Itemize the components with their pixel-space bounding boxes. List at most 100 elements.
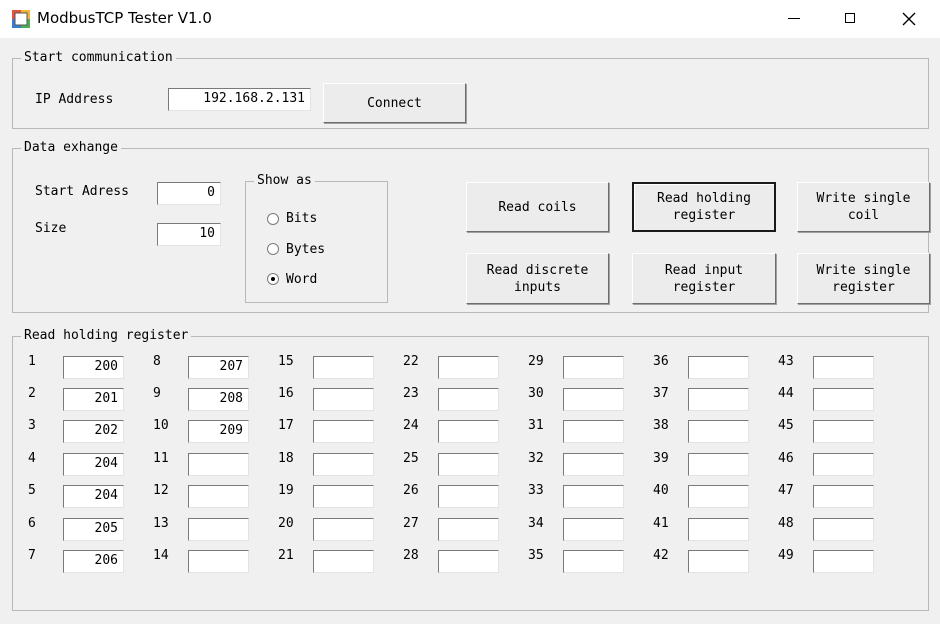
register-value-field[interactable]	[688, 550, 749, 573]
register-value-field[interactable]	[813, 420, 874, 443]
read-holding-register-legend: Read holding register	[21, 329, 192, 343]
register-value-field[interactable]	[563, 453, 624, 476]
register-value-field[interactable]	[313, 518, 374, 541]
register-value-field[interactable]	[563, 550, 624, 573]
connect-button[interactable]: Connect	[323, 83, 466, 123]
register-value-field[interactable]	[813, 356, 874, 379]
register-value-field[interactable]	[563, 388, 624, 411]
maximize-button[interactable]	[823, 0, 881, 38]
word-radio-label[interactable]: Word	[286, 272, 317, 288]
register-value-field[interactable]	[313, 420, 374, 443]
word-radio[interactable]	[267, 273, 279, 285]
register-label: 36	[653, 354, 669, 369]
register-value-field[interactable]: 201	[63, 388, 124, 411]
read-holding-register-button[interactable]: Read holding register	[632, 182, 776, 232]
read-holding-register-group: Read holding register 1 200 2 201 3 202 4 204 5 2…	[12, 329, 929, 611]
register-value-field[interactable]	[688, 518, 749, 541]
register-value-field[interactable]	[813, 453, 874, 476]
app-icon	[12, 10, 30, 28]
register-value-field[interactable]	[438, 388, 499, 411]
register-label: 31	[528, 418, 544, 433]
read-coils-button[interactable]: Read coils	[466, 182, 609, 232]
register-value-field[interactable]	[313, 453, 374, 476]
register-label: 4	[28, 451, 36, 466]
register-label: 26	[403, 483, 419, 498]
read-input-register-button[interactable]: Read input register	[632, 253, 776, 304]
show-as-legend: Show as	[254, 174, 315, 188]
register-value-field[interactable]	[563, 485, 624, 508]
register-label: 42	[653, 548, 669, 563]
register-label: 23	[403, 386, 419, 401]
register-label: 21	[278, 548, 294, 563]
write-single-register-button[interactable]: Write single register	[797, 253, 930, 304]
register-label: 24	[403, 418, 419, 433]
start-communication-group: Start communication IP Address 192.168.2…	[12, 51, 929, 129]
register-value-field[interactable]	[438, 485, 499, 508]
register-label: 25	[403, 451, 419, 466]
register-label: 49	[778, 548, 794, 563]
register-label: 29	[528, 354, 544, 369]
ip-address-label: IP Address	[35, 92, 114, 107]
register-label: 11	[153, 451, 169, 466]
register-label: 40	[653, 483, 669, 498]
register-value-field[interactable]: 202	[63, 420, 124, 443]
register-value-field[interactable]	[188, 550, 249, 573]
register-value-field[interactable]	[438, 518, 499, 541]
window-title: ModbusTCP Tester V1.0	[37, 9, 212, 27]
register-value-field[interactable]: 208	[188, 388, 249, 411]
minimize-button[interactable]	[765, 0, 823, 38]
write-single-coil-button[interactable]: Write single coil	[797, 182, 930, 232]
close-button[interactable]	[880, 0, 938, 38]
bits-radio[interactable]	[267, 213, 279, 225]
maximize-icon	[845, 13, 855, 23]
register-value-field[interactable]	[188, 485, 249, 508]
register-value-field[interactable]	[563, 420, 624, 443]
register-value-field[interactable]: 205	[63, 518, 124, 541]
ip-address-input[interactable]: 192.168.2.131	[168, 88, 311, 111]
size-input[interactable]: 10	[157, 223, 221, 246]
read-discrete-inputs-button[interactable]: Read discrete inputs	[466, 253, 609, 304]
start-communication-legend: Start communication	[21, 51, 176, 65]
register-value-field[interactable]	[813, 550, 874, 573]
register-value-field[interactable]: 209	[188, 420, 249, 443]
start-address-input[interactable]: 0	[157, 182, 221, 205]
register-value-field[interactable]	[688, 388, 749, 411]
register-label: 27	[403, 516, 419, 531]
register-value-field[interactable]: 204	[63, 453, 124, 476]
register-label: 44	[778, 386, 794, 401]
register-value-field[interactable]	[563, 356, 624, 379]
register-label: 37	[653, 386, 669, 401]
register-value-field[interactable]	[813, 518, 874, 541]
register-value-field[interactable]	[563, 518, 624, 541]
data-exchange-group: Data exhange Start Adress 0 Size 10 Show…	[12, 141, 930, 313]
register-value-field[interactable]: 200	[63, 356, 124, 379]
bytes-radio-label[interactable]: Bytes	[286, 242, 325, 258]
register-label: 15	[278, 354, 294, 369]
register-value-field[interactable]	[688, 356, 749, 379]
bits-radio-label[interactable]: Bits	[286, 211, 317, 227]
start-address-label: Start Adress	[35, 184, 129, 199]
close-icon	[902, 12, 916, 26]
register-label: 28	[403, 548, 419, 563]
register-value-field[interactable]	[438, 420, 499, 443]
register-value-field[interactable]	[688, 453, 749, 476]
register-value-field[interactable]	[313, 388, 374, 411]
register-value-field[interactable]	[438, 356, 499, 379]
register-value-field[interactable]	[688, 420, 749, 443]
register-label: 38	[653, 418, 669, 433]
register-value-field[interactable]	[813, 388, 874, 411]
register-value-field[interactable]: 207	[188, 356, 249, 379]
register-value-field[interactable]	[188, 518, 249, 541]
register-value-field[interactable]	[313, 550, 374, 573]
register-value-field[interactable]	[688, 485, 749, 508]
register-value-field[interactable]	[188, 453, 249, 476]
register-value-field[interactable]: 204	[63, 485, 124, 508]
register-label: 14	[153, 548, 169, 563]
register-value-field[interactable]	[438, 550, 499, 573]
register-value-field[interactable]	[813, 485, 874, 508]
bytes-radio[interactable]	[267, 243, 279, 255]
register-value-field[interactable]: 206	[63, 550, 124, 573]
register-value-field[interactable]	[438, 453, 499, 476]
register-value-field[interactable]	[313, 356, 374, 379]
register-value-field[interactable]	[313, 485, 374, 508]
